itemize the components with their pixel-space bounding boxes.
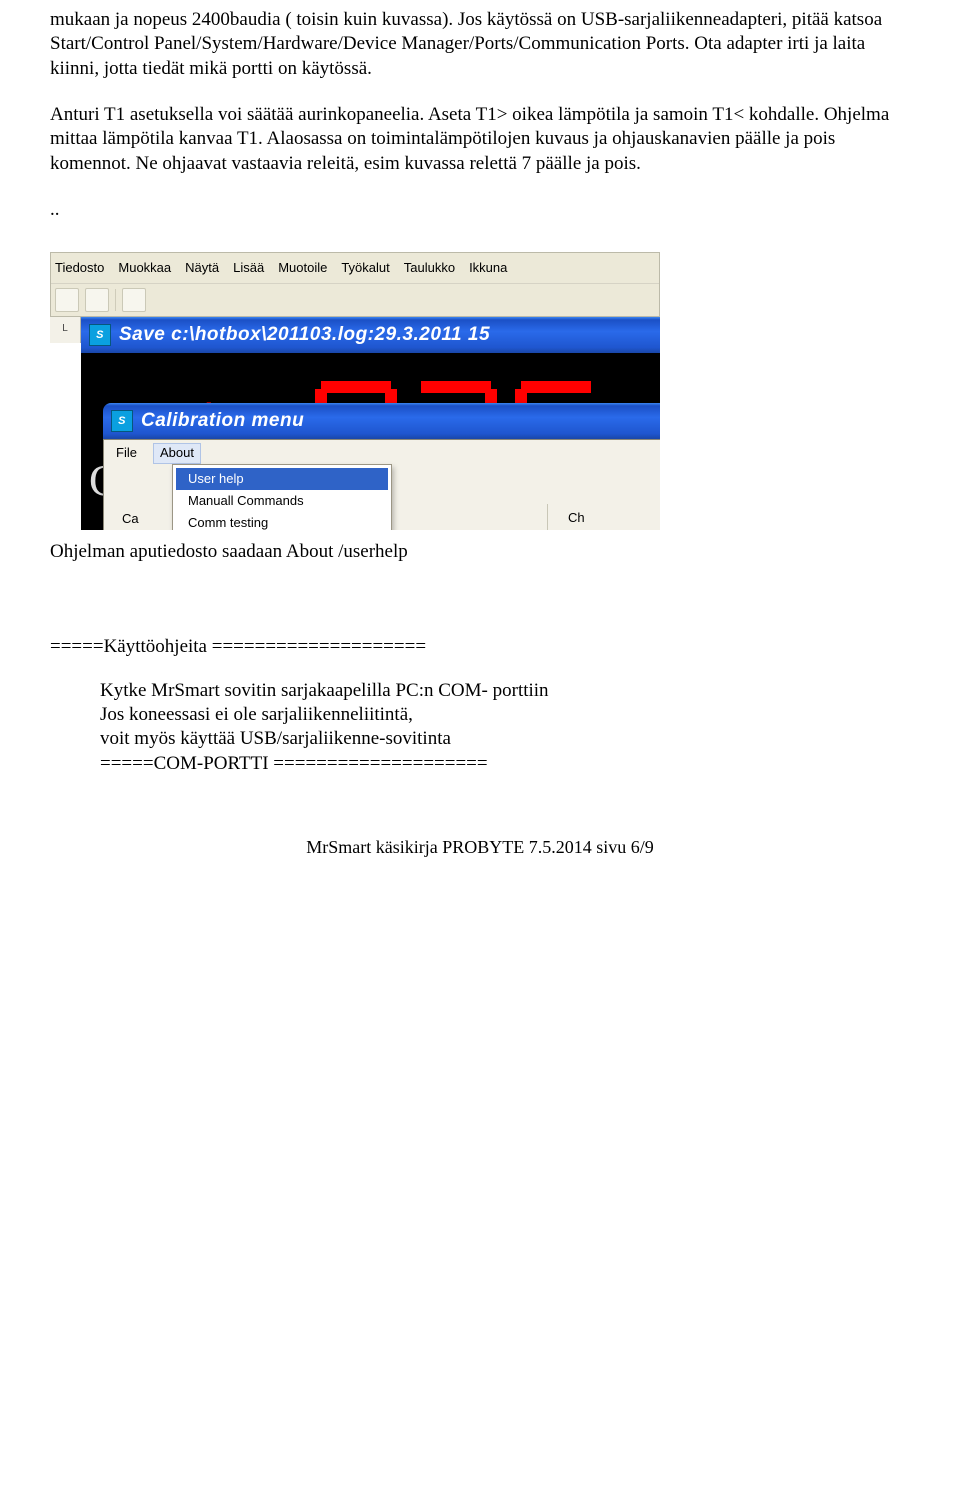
channel-panel: Ch 1 2 3 4 5 6 7 8 <box>547 504 660 530</box>
instr-line-3: voit myös käyttää USB/sarjaliikenne-sovi… <box>100 727 910 751</box>
save-window-title: Save c:\hotbox\201103.log:29.3.2011 15 <box>119 323 490 347</box>
menu-file[interactable]: File <box>116 445 137 462</box>
instr-line-4: =====COM-PORTTI ==================== <box>100 752 910 776</box>
menu-user-help[interactable]: User help <box>176 468 388 490</box>
menu-taulukko[interactable]: Taulukko <box>404 260 455 277</box>
calibration-window: S Calibration menu File About User help … <box>103 403 660 530</box>
screenshot-caption: Ohjelman aputiedosto saadaan About /user… <box>50 540 910 564</box>
calibration-titlebar: S Calibration menu <box>103 403 660 439</box>
about-dropdown-menu: User help Manuall Commands Comm testing … <box>172 464 392 530</box>
doc-paragraph-2: Anturi T1 asetuksella voi säätää aurinko… <box>50 103 910 176</box>
page-footer: MrSmart käsikirja PROBYTE 7.5.2014 sivu … <box>50 836 910 859</box>
toolbar-new-icon[interactable] <box>55 288 79 312</box>
menu-muokkaa[interactable]: Muokkaa <box>118 260 171 277</box>
menu-nayta[interactable]: Näytä <box>185 260 219 277</box>
menu-tiedosto[interactable]: Tiedosto <box>55 260 104 277</box>
menu-manual-commands[interactable]: Manuall Commands <box>176 490 388 512</box>
toolbar-open-icon[interactable] <box>85 288 109 312</box>
calibration-window-icon: S <box>111 410 133 432</box>
outer-app-toolbar <box>51 284 659 316</box>
kayttoohjeita-heading: =====Käyttöohjeita ==================== <box>50 635 910 659</box>
menu-muotoile[interactable]: Muotoile <box>278 260 327 277</box>
outer-app-menubar: Tiedosto Muokkaa Näytä Lisää Muotoile Ty… <box>51 253 659 284</box>
save-window-titlebar: S Save c:\hotbox\201103.log:29.3.2011 15 <box>81 317 660 353</box>
embedded-screenshot: Tiedosto Muokkaa Näytä Lisää Muotoile Ty… <box>50 252 660 530</box>
instr-line-1: Kytke MrSmart sovitin sarjakaapelilla PC… <box>100 679 910 703</box>
calibration-menubar: File About <box>104 440 660 466</box>
menu-about[interactable]: About <box>153 443 201 464</box>
vertical-ruler: L <box>50 317 81 343</box>
menu-comm-testing[interactable]: Comm testing <box>176 512 388 530</box>
window-icon: S <box>89 324 111 346</box>
doc-paragraph-1: mukaan ja nopeus 2400baudia ( toisin kui… <box>50 8 910 81</box>
instruction-block: Kytke MrSmart sovitin sarjakaapelilla PC… <box>100 679 910 776</box>
calibration-title: Calibration menu <box>141 409 304 433</box>
toolbar-button-icon[interactable] <box>122 288 146 312</box>
menu-ikkuna[interactable]: Ikkuna <box>469 260 507 277</box>
menu-lisaa[interactable]: Lisää <box>233 260 264 277</box>
channel-header: Ch <box>568 510 660 527</box>
menu-tyokalut[interactable]: Työkalut <box>341 260 389 277</box>
toolbar-separator <box>115 289 116 311</box>
instr-line-2: Jos koneessasi ei ole sarjaliikenneliiti… <box>100 703 910 727</box>
ellipsis-mark: .. <box>50 198 910 222</box>
